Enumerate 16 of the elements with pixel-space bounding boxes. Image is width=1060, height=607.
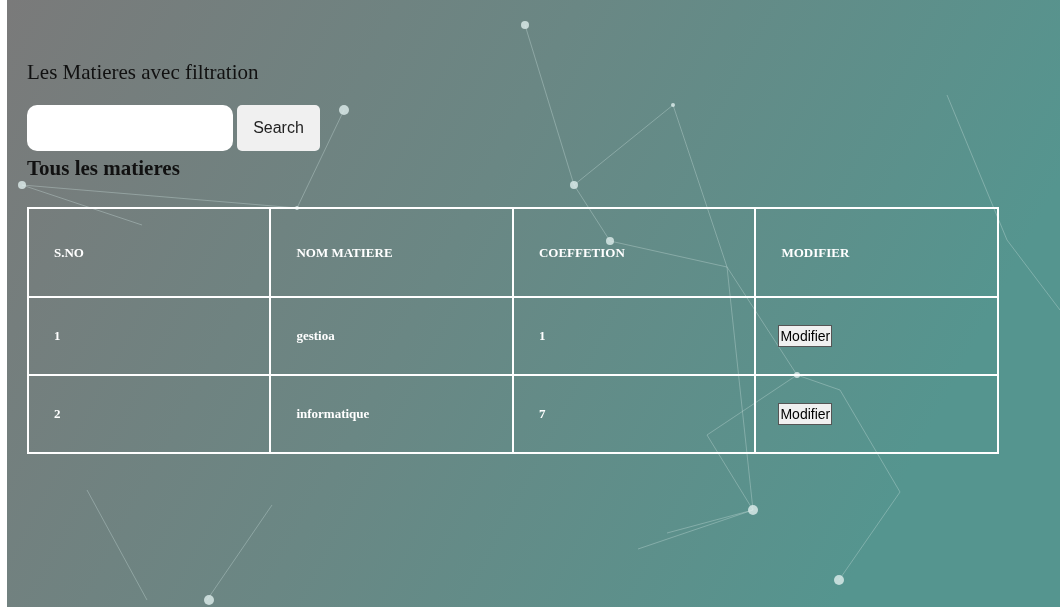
column-header: MODIFIER bbox=[755, 208, 998, 297]
modifier-button[interactable]: Modifier bbox=[778, 325, 833, 347]
table-cell: informatique bbox=[270, 375, 513, 453]
column-header: COEFFETION bbox=[512, 208, 756, 297]
table-cell: 1 bbox=[512, 297, 756, 375]
page-title: Les Matieres avec filtration bbox=[27, 59, 259, 86]
table-cell: 2 bbox=[28, 375, 271, 453]
column-header: S.NO bbox=[28, 208, 271, 297]
modifier-button[interactable]: Modifier bbox=[778, 403, 833, 425]
search-field[interactable] bbox=[27, 105, 233, 151]
column-header: NOM MATIERE bbox=[270, 208, 513, 297]
search-button[interactable]: Search bbox=[237, 105, 320, 151]
table-cell: gestioa bbox=[270, 297, 513, 375]
table-cell: 1 bbox=[28, 297, 271, 375]
table-cell: 7 bbox=[512, 375, 756, 453]
section-title: Tous les matieres bbox=[27, 155, 180, 181]
